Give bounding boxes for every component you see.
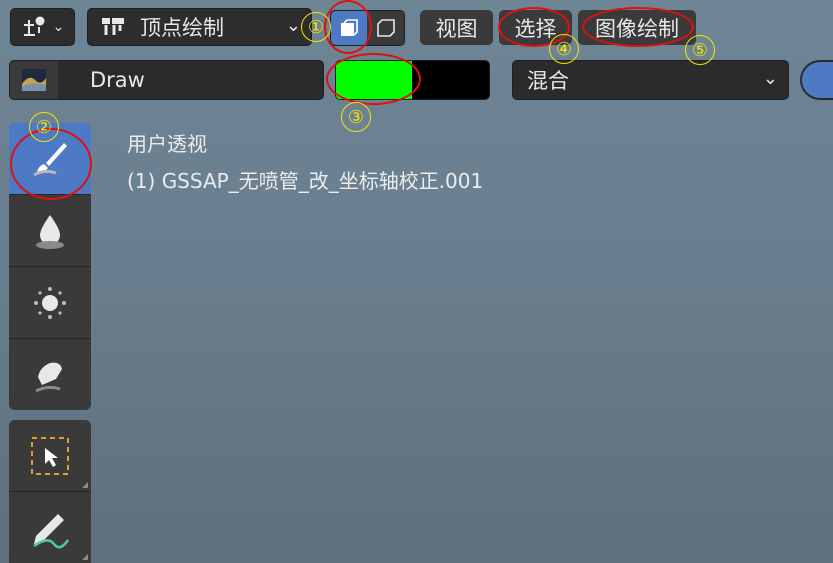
blur-drop-icon	[36, 214, 64, 249]
strength-slider[interactable]	[800, 60, 833, 100]
annotation-marker-1: ①	[301, 12, 331, 42]
tool-annotate[interactable]	[9, 492, 91, 563]
image-paint-menu[interactable]: 图像绘制	[578, 10, 696, 45]
face-mask-icon	[341, 19, 358, 36]
tool-blur[interactable]	[9, 195, 91, 267]
brush-selector[interactable]: Draw	[9, 60, 324, 100]
primary-color-swatch[interactable]	[336, 61, 412, 99]
chevron-down-icon: ⌄	[52, 19, 65, 35]
smear-icon	[35, 362, 62, 392]
mask-toggle-off[interactable]	[367, 11, 404, 45]
brush-draw-icon	[33, 142, 67, 176]
chevron-down-icon: ⌄	[762, 68, 778, 89]
editor-type-button[interactable]: ⌄	[10, 8, 75, 46]
color-swatches	[335, 60, 490, 100]
brush-name: Draw	[90, 68, 145, 92]
view-menu[interactable]: 视图	[420, 10, 493, 45]
secondary-color-swatch[interactable]	[412, 61, 489, 99]
annotation-marker-5: ⑤	[685, 35, 715, 65]
vertex-paint-icon	[102, 18, 124, 35]
box-select-icon	[31, 436, 69, 475]
tool-shelf	[9, 123, 91, 410]
tool-box-select[interactable]	[9, 420, 91, 492]
brush-thumbnail-icon	[10, 61, 58, 99]
viewport-shading-toggle[interactable]	[330, 10, 405, 46]
view-label: 用户透视	[127, 132, 207, 156]
blend-mode-label: 混合	[527, 69, 569, 93]
tool-more-indicator	[82, 482, 88, 488]
blend-mode-dropdown[interactable]: 混合 ⌄	[512, 60, 789, 100]
vertex-mask-icon	[376, 19, 395, 37]
tool-shelf-secondary	[9, 420, 91, 563]
chevron-down-icon: ⌄	[285, 15, 301, 36]
average-sparkle-icon	[34, 286, 66, 319]
annotation-marker-3: ③	[341, 102, 371, 132]
tool-more-indicator	[82, 554, 88, 560]
annotation-marker-4: ④	[549, 34, 579, 64]
annotation-marker-2: ②	[29, 112, 59, 142]
mode-dropdown-label: 顶点绘制	[140, 16, 224, 40]
tool-average[interactable]	[9, 267, 91, 339]
tool-smear[interactable]	[9, 339, 91, 410]
object-mode-icon	[23, 16, 45, 36]
object-label: (1) GSSAP_无喷管_改_坐标轴校正.001	[127, 169, 484, 193]
annotate-pen-icon	[33, 513, 70, 548]
mask-toggle-on[interactable]	[331, 11, 367, 45]
mode-dropdown[interactable]: 顶点绘制 ⌄	[87, 8, 312, 46]
